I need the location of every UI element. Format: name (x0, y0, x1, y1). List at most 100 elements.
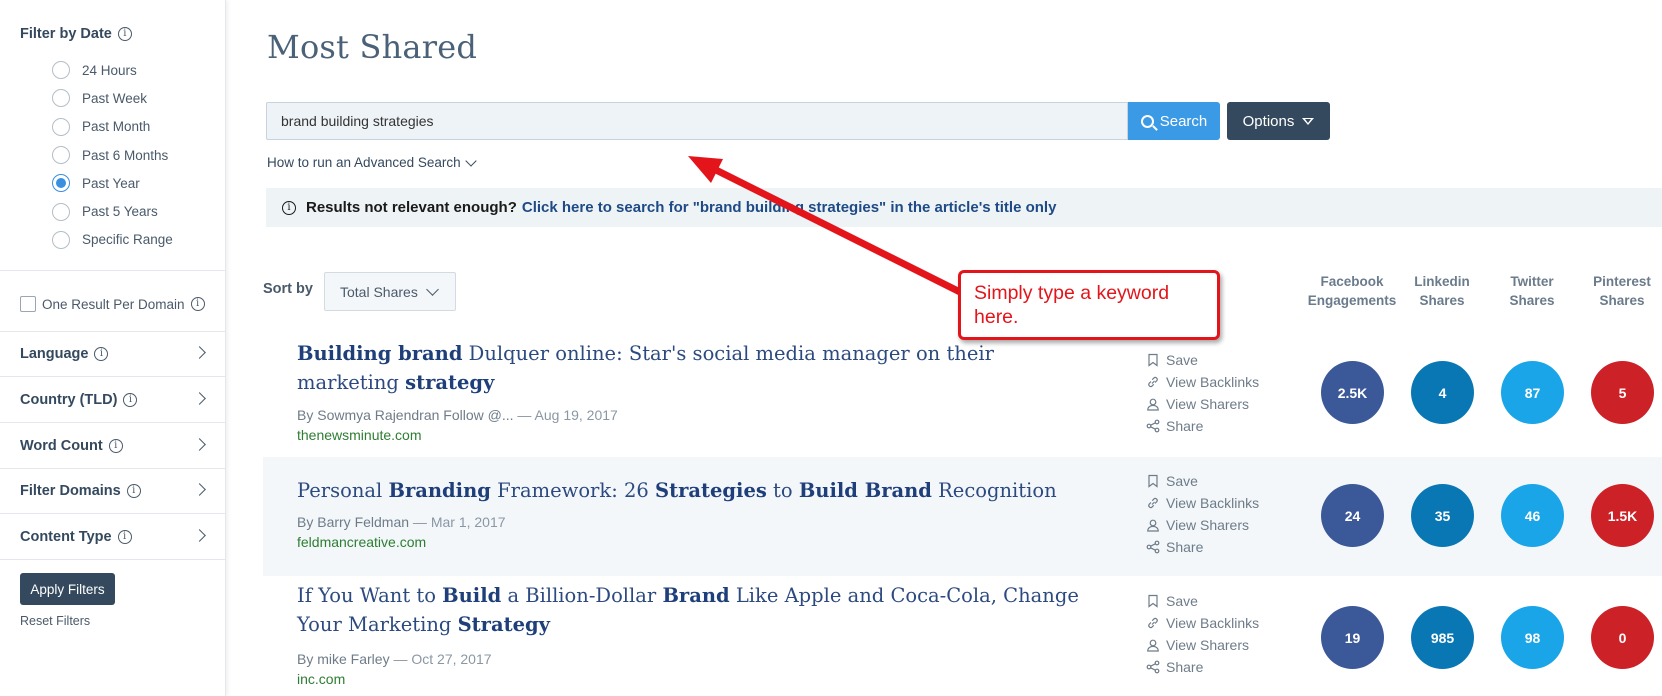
options-button-label: Options (1242, 112, 1295, 130)
view-backlinks-action[interactable]: View Backlinks (1146, 612, 1259, 634)
sidebar-section-country[interactable]: Country (TLD) i (0, 378, 226, 423)
date-radio-list: 24 Hours Past Week Past Month Past 6 Mon… (52, 56, 173, 254)
bookmark-icon (1148, 474, 1158, 488)
link-icon (1148, 497, 1158, 509)
info-icon[interactable]: i (126, 484, 141, 498)
apply-filters-button[interactable]: Apply Filters (20, 573, 115, 605)
sidebar-section-content-type[interactable]: Content Type i (0, 515, 226, 560)
facebook-count-bubble[interactable]: 2.5K (1321, 361, 1384, 424)
title-only-search-link[interactable]: Click here to search for "brand building… (522, 199, 1057, 216)
result-author[interactable]: By Barry Feldman (297, 514, 409, 530)
radio-button[interactable] (52, 61, 70, 80)
radio-button[interactable] (52, 202, 70, 221)
search-button-label: Search (1159, 112, 1208, 130)
info-icon[interactable]: i (190, 297, 205, 311)
date-option-past-5-years[interactable]: Past 5 Years (52, 197, 173, 225)
twitter-count-bubble[interactable]: 87 (1501, 361, 1564, 424)
col-line: Twitter (1510, 274, 1554, 289)
sidebar-section-filter-domains[interactable]: Filter Domains i (0, 469, 226, 514)
linkedin-count-bubble[interactable]: 35 (1411, 484, 1474, 547)
result-author[interactable]: By Sowmya Rajendran Follow @... (297, 407, 514, 423)
info-icon[interactable]: i (123, 393, 138, 407)
date-option-specific-range[interactable]: Specific Range (52, 226, 173, 254)
title-keyword: strategy (405, 371, 495, 394)
sort-value: Total Shares (340, 283, 418, 300)
relevance-banner: i Results not relevant enough? Click her… (266, 188, 1662, 227)
search-button[interactable]: Search (1128, 102, 1220, 140)
chevron-down-icon (425, 283, 439, 296)
info-icon[interactable]: i (94, 347, 109, 361)
title-keyword: Building brand (297, 342, 463, 365)
col-line: Linkedin (1414, 274, 1470, 289)
linkedin-count-bubble[interactable]: 985 (1411, 606, 1474, 669)
date-option-past-week[interactable]: Past Week (52, 84, 173, 112)
options-button[interactable]: Options (1227, 102, 1330, 140)
view-backlinks-action[interactable]: View Backlinks (1146, 371, 1259, 393)
action-label: View Backlinks (1166, 495, 1260, 511)
twitter-count-bubble[interactable]: 98 (1501, 606, 1564, 669)
sidebar-section-language[interactable]: Language i (0, 332, 226, 377)
info-icon[interactable]: i (117, 530, 132, 544)
one-result-per-domain[interactable]: One Result Per Domain i (20, 296, 205, 312)
date-option-past-year[interactable]: Past Year (52, 169, 173, 197)
result-row: Personal Branding Framework: 26 Strategi… (263, 457, 1662, 576)
pinterest-count-bubble[interactable]: 5 (1591, 361, 1654, 424)
advanced-search-link[interactable]: How to run an Advanced Search (267, 154, 477, 170)
info-icon[interactable]: i (117, 27, 132, 42)
result-meta: By Barry Feldman — Mar 1, 2017 (297, 514, 506, 530)
facebook-count-bubble[interactable]: 19 (1321, 606, 1384, 669)
twitter-count-bubble[interactable]: 46 (1501, 484, 1564, 547)
sort-label: Sort by (263, 281, 313, 297)
info-icon[interactable]: i (108, 439, 123, 453)
advanced-search-label: How to run an Advanced Search (267, 155, 461, 170)
user-icon (1147, 519, 1159, 532)
date-option-past-6-months[interactable]: Past 6 Months (52, 141, 173, 169)
share-action[interactable]: Share (1146, 656, 1259, 678)
result-domain[interactable]: feldmancreative.com (297, 534, 426, 550)
share-icon (1146, 540, 1160, 554)
filter-sidebar: Filter by Date i 24 Hours Past Week Past … (0, 0, 226, 696)
result-row: Building brand Dulquer online: Star's so… (263, 331, 1662, 457)
pinterest-count-bubble[interactable]: 1.5K (1591, 484, 1654, 547)
radio-button[interactable] (52, 89, 70, 108)
pinterest-count-bubble[interactable]: 0 (1591, 606, 1654, 669)
facebook-count-bubble[interactable]: 24 (1321, 484, 1384, 547)
action-label: Share (1166, 539, 1204, 555)
radio-button[interactable] (52, 117, 70, 136)
radio-button-selected[interactable] (52, 174, 70, 193)
action-label: View Sharers (1166, 637, 1250, 653)
save-action[interactable]: Save (1146, 349, 1259, 371)
col-facebook-engagements: Facebook Engagements (1307, 272, 1397, 310)
search-input[interactable] (267, 103, 1127, 139)
view-sharers-action[interactable]: View Sharers (1146, 514, 1259, 536)
result-domain[interactable]: thenewsminute.com (297, 427, 422, 443)
reset-filters-link[interactable]: Reset Filters (20, 614, 90, 628)
date-option-24-hours[interactable]: 24 Hours (52, 56, 173, 84)
date-option-past-month[interactable]: Past Month (52, 113, 173, 141)
sidebar-section-word-count[interactable]: Word Count i (0, 424, 226, 469)
one-result-label: One Result Per Domain (42, 296, 185, 312)
radio-button[interactable] (52, 230, 70, 249)
result-title[interactable]: If You Want to Build a Billion-Dollar Br… (297, 581, 1117, 639)
linkedin-count-bubble[interactable]: 4 (1411, 361, 1474, 424)
result-actions: Save View Backlinks View Sharers Share (1146, 590, 1259, 678)
result-title[interactable]: Personal Branding Framework: 26 Strategi… (297, 476, 1077, 505)
view-sharers-action[interactable]: View Sharers (1146, 393, 1259, 415)
result-domain[interactable]: inc.com (297, 671, 345, 687)
share-action[interactable]: Share (1146, 415, 1259, 437)
radio-button[interactable] (52, 146, 70, 165)
save-action[interactable]: Save (1146, 590, 1259, 612)
view-sharers-action[interactable]: View Sharers (1146, 634, 1259, 656)
share-action[interactable]: Share (1146, 536, 1259, 558)
result-author[interactable]: By mike Farley (297, 651, 390, 667)
action-label: Save (1166, 352, 1198, 368)
user-icon (1147, 398, 1159, 411)
save-action[interactable]: Save (1146, 470, 1259, 492)
share-icon (1146, 660, 1160, 674)
one-result-checkbox[interactable] (20, 296, 36, 312)
filter-by-date-title: Filter by Date i (20, 26, 132, 42)
result-title[interactable]: Building brand Dulquer online: Star's so… (297, 339, 1077, 397)
sort-dropdown[interactable]: Total Shares (324, 272, 456, 311)
result-actions: Save View Backlinks View Sharers Share (1146, 349, 1259, 437)
view-backlinks-action[interactable]: View Backlinks (1146, 492, 1259, 514)
